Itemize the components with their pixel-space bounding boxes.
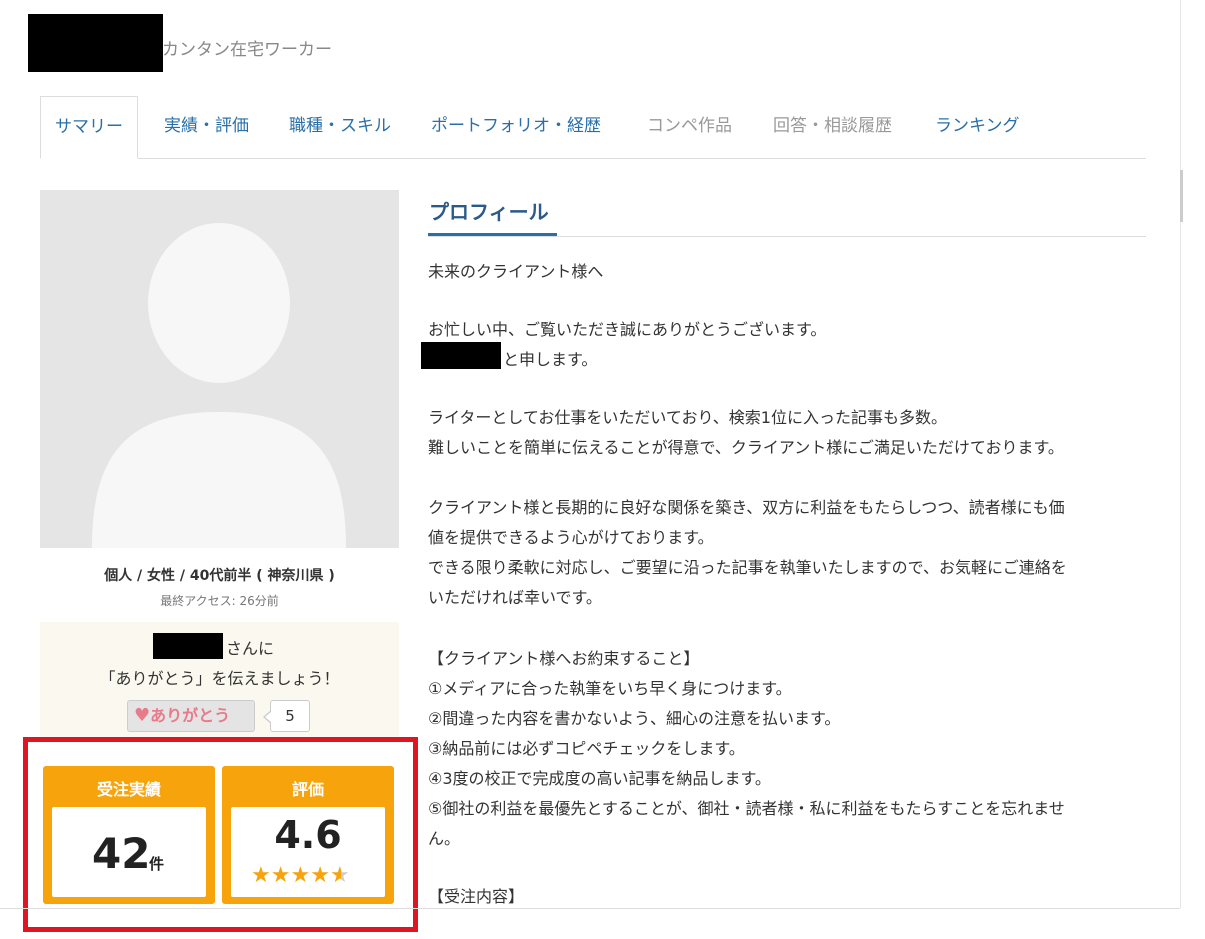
profile-line: ②間違った内容を書かないよう、細心の注意を払います。 <box>428 709 841 728</box>
tab-results-ratings[interactable]: 実績・評価 <box>164 96 249 158</box>
tab-job-skills[interactable]: 職種・スキル <box>289 96 391 158</box>
profile-line: 値を提供できるよう心がけております。 <box>428 528 714 547</box>
demographics: 個人 / 女性 / 40代前半 ( 神奈川県 ) <box>104 568 335 584</box>
profile-line: 難しいことを簡単に伝えることが得意で、クライアント様にご満足いただけております。 <box>428 438 1064 457</box>
profile-tabs: サマリー 実績・評価 職種・スキル ポートフォリオ・経歴 コンペ作品 回答・相談… <box>40 96 1146 159</box>
redacted-username <box>421 342 501 369</box>
tab-competition-works[interactable]: コンペ作品 <box>647 96 732 158</box>
avatar <box>40 190 399 548</box>
profile-line: ①メディアに合った執筆をいち早く身につけます。 <box>428 679 792 698</box>
divider <box>0 908 1180 909</box>
profile-line: と申します。 <box>503 350 598 369</box>
thanks-panel: さんに 「ありがとう」を伝えましょう！ ♥ありがとう 5 <box>40 622 399 740</box>
profile-line: ④3度の校正で完成度の高い記事を納品します。 <box>428 769 771 788</box>
profile-line: クライアント様と長期的に良好な関係を築き、双方に利益をもたらしつつ、読者様にも価 <box>428 498 1065 517</box>
profile-line: ③納品前には必ずコピペチェックをします。 <box>428 739 745 758</box>
profile-line: 【受注内容】 <box>428 887 525 906</box>
tab-portfolio-career[interactable]: ポートフォリオ・経歴 <box>431 96 601 158</box>
profile-line: できる限り柔軟に対応し、ご要望に沿った記事を執筆いたしますので、お気軽にご連絡を <box>428 558 1067 577</box>
thanks-line1: さんに <box>226 639 275 658</box>
profile-line: お忙しい中、ご覧いただき誠にありがとうございます。 <box>428 320 827 339</box>
thanks-button[interactable]: ♥ありがとう <box>127 700 255 732</box>
heading-underline <box>428 233 557 236</box>
heart-icon: ♥ <box>134 705 151 726</box>
tab-ranking[interactable]: ランキング <box>935 96 1020 158</box>
scrollbar-track[interactable] <box>1180 0 1181 908</box>
profile-line: ん。 <box>428 829 461 848</box>
redacted-username <box>28 14 163 72</box>
redacted-username <box>153 633 223 659</box>
thanks-button-label: ありがとう <box>150 706 231 725</box>
scrollbar-thumb[interactable] <box>1180 170 1183 222</box>
divider <box>428 236 1146 237</box>
last-access: 最終アクセス: 26分前 <box>160 594 279 608</box>
tab-summary[interactable]: サマリー <box>40 96 138 159</box>
worker-role: カンタン在宅ワーカー <box>162 40 332 60</box>
highlight-box <box>23 737 418 932</box>
thanks-count: 5 <box>263 700 310 732</box>
tab-answer-history[interactable]: 回答・相談履歴 <box>773 96 892 158</box>
profile-line: ライターとしてお仕事をいただいており、検索1位に入った記事も多数。 <box>428 408 947 427</box>
profile-line: 【クライアント様へお約束すること】 <box>428 649 700 668</box>
profile-heading: プロフィール <box>429 200 549 224</box>
default-avatar-icon <box>92 223 346 548</box>
profile-line: 未来のクライアント様へ <box>428 262 604 281</box>
profile-line: ⑤御社の利益を最優先とすることが、御社・読者様・私に利益をもたらすことを忘れませ <box>428 799 1065 818</box>
profile-line: いただければ幸いです。 <box>428 588 602 607</box>
thanks-line2: 「ありがとう」を伝えましょう！ <box>99 669 340 688</box>
